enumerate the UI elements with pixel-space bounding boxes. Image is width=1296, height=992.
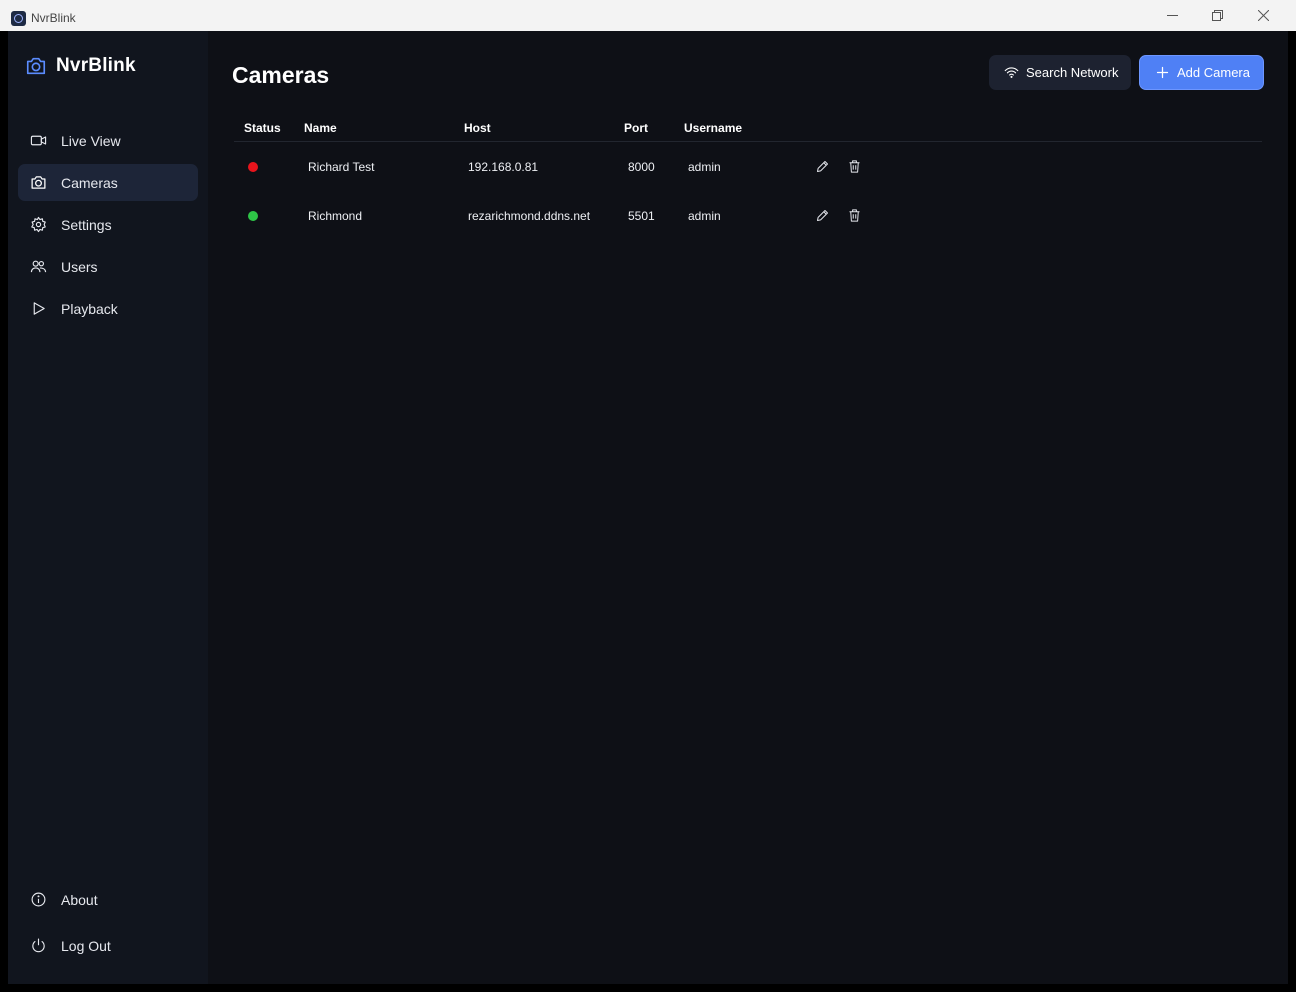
restore-button[interactable]: [1194, 0, 1240, 31]
sidebar-item-settings[interactable]: Settings: [18, 206, 198, 243]
plus-icon: [1155, 65, 1170, 80]
main-content: Cameras Search Network Add Camera Status…: [208, 31, 1288, 984]
table-header: Status Name Host Port Username: [234, 115, 1262, 142]
camera-port: 8000: [628, 159, 655, 174]
app-icon: [11, 11, 26, 26]
play-icon: [30, 300, 47, 317]
camera-logo-icon: [26, 57, 46, 75]
column-header-username: Username: [684, 121, 743, 135]
sidebar-bottom-nav: About Log Out: [18, 881, 198, 973]
table-row: Richard Test 192.168.0.81 8000 admin: [234, 142, 1262, 191]
sidebar-item-label: Log Out: [61, 937, 111, 954]
video-icon: [30, 132, 47, 149]
row-actions: [814, 208, 934, 224]
table-row: Richmond rezarichmond.ddns.net 5501 admi…: [234, 191, 1262, 240]
sidebar-item-label: Cameras: [61, 174, 118, 191]
camera-port: 5501: [628, 208, 655, 223]
app-window: NvrBlink Live View Cameras Settings User…: [8, 31, 1288, 984]
edit-icon[interactable]: [814, 208, 830, 224]
cameras-table: Status Name Host Port Username Richard T…: [234, 115, 1262, 240]
restore-icon: [1211, 10, 1223, 21]
camera-name: Richard Test: [308, 159, 375, 174]
camera-username: admin: [688, 159, 721, 174]
column-header-status: Status: [244, 121, 281, 135]
window-titlebar: NvrBlink: [0, 0, 1296, 31]
camera-icon: [30, 174, 47, 191]
camera-host: rezarichmond.ddns.net: [468, 208, 591, 223]
brand: NvrBlink: [25, 55, 136, 77]
row-actions: [814, 159, 934, 175]
sidebar: NvrBlink Live View Cameras Settings User…: [8, 31, 208, 984]
sidebar-item-live-view[interactable]: Live View: [18, 122, 198, 159]
trash-icon[interactable]: [846, 208, 862, 224]
close-icon: [1257, 10, 1269, 21]
edit-icon[interactable]: [814, 159, 830, 175]
column-header-name: Name: [304, 121, 337, 135]
users-icon: [30, 258, 47, 275]
sidebar-item-playback[interactable]: Playback: [18, 290, 198, 327]
add-camera-button[interactable]: Add Camera: [1139, 55, 1264, 90]
status-dot-online: [248, 210, 258, 221]
sidebar-item-label: Live View: [61, 132, 121, 149]
column-header-host: Host: [464, 121, 491, 135]
power-icon: [30, 937, 47, 954]
wifi-icon: [1004, 65, 1019, 80]
sidebar-item-cameras[interactable]: Cameras: [18, 164, 198, 201]
sidebar-item-about[interactable]: About: [18, 881, 198, 918]
search-network-label: Search Network: [1026, 65, 1119, 80]
page-title: Cameras: [232, 62, 330, 88]
camera-name: Richmond: [308, 208, 363, 223]
camera-username: admin: [688, 208, 721, 223]
close-button[interactable]: [1240, 0, 1286, 31]
sidebar-item-label: About: [61, 891, 98, 908]
sidebar-item-label: Playback: [61, 300, 118, 317]
window-title: NvrBlink: [31, 11, 76, 25]
add-camera-label: Add Camera: [1177, 65, 1250, 80]
status-dot-offline: [248, 161, 258, 172]
info-icon: [30, 891, 47, 908]
gear-icon: [30, 216, 47, 233]
camera-host: 192.168.0.81: [468, 159, 539, 174]
minimize-button[interactable]: [1149, 0, 1195, 31]
search-network-button[interactable]: Search Network: [989, 55, 1131, 90]
brand-name: NvrBlink: [56, 55, 136, 76]
sidebar-item-label: Settings: [61, 216, 112, 233]
sidebar-item-log-out[interactable]: Log Out: [18, 927, 198, 964]
sidebar-item-label: Users: [61, 258, 98, 275]
sidebar-nav: Live View Cameras Settings Users Playbac…: [18, 122, 198, 332]
column-header-port: Port: [624, 121, 648, 135]
trash-icon[interactable]: [846, 159, 862, 175]
minimize-icon: [1166, 15, 1178, 16]
sidebar-item-users[interactable]: Users: [18, 248, 198, 285]
